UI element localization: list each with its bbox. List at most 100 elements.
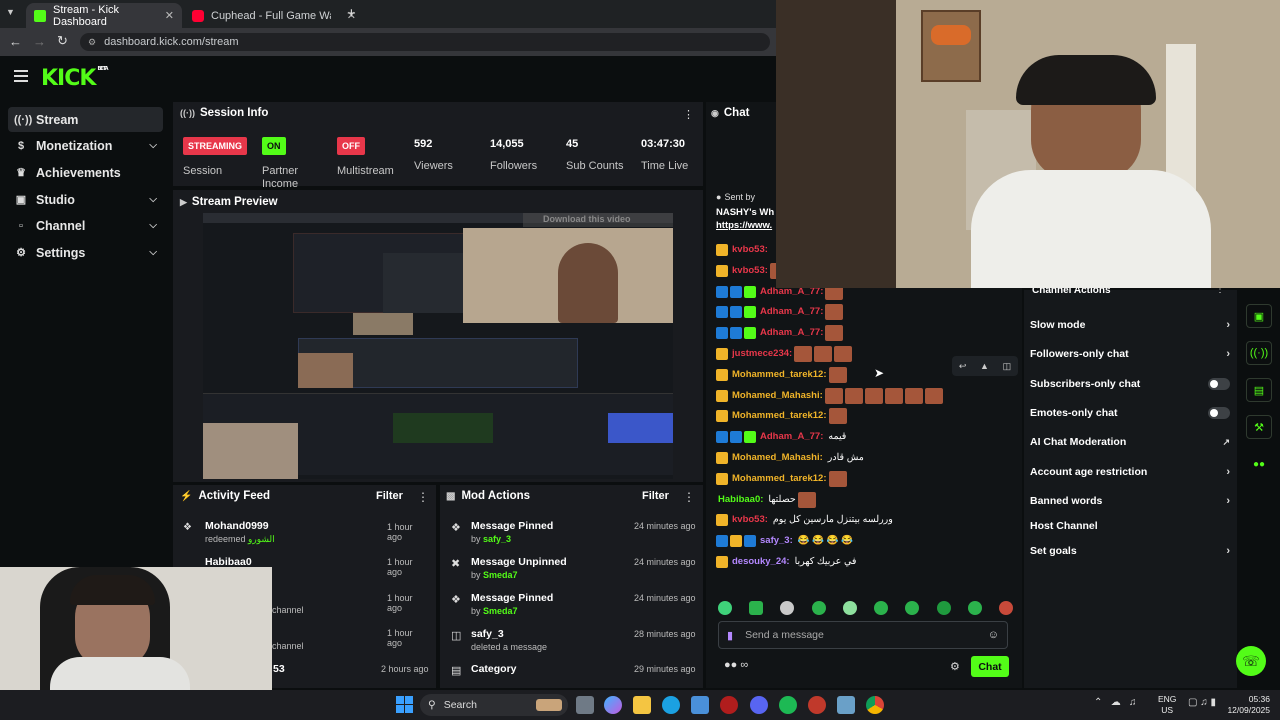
kick-mini-icon[interactable]: ●● (1253, 459, 1265, 470)
chat-username[interactable]: kvbo53: (732, 514, 768, 525)
forward-icon[interactable]: → (33, 34, 46, 49)
kick-logo[interactable]: KICK BETA (41, 66, 109, 91)
copilot-icon[interactable] (604, 696, 622, 714)
clock[interactable]: 05:36 12/09/2025 (1226, 694, 1270, 716)
slow-mode-row[interactable]: Slow mode › (1030, 314, 1230, 336)
emote-icon[interactable] (780, 601, 795, 615)
sidebar-item-monetization[interactable]: $ Monetization ⌵ (8, 133, 163, 158)
sidebar-item-achievements[interactable]: ♛ Achievements (8, 160, 163, 185)
account-age-row[interactable]: Account age restriction › (1030, 461, 1230, 483)
tab-cuphead[interactable]: Cuphead - Full Game Walkthro ✕ (184, 3, 364, 28)
emote-icon[interactable] (718, 601, 732, 615)
mod-action-user[interactable]: Smeda7 (483, 570, 518, 580)
chat-username[interactable]: Mohamed_Mahashi: (732, 452, 823, 463)
chat-users-icon[interactable]: ●● ∞ (724, 659, 748, 671)
chat-message[interactable]: Adham_A_77: قيمه (716, 427, 846, 446)
emote-icon[interactable] (874, 601, 889, 615)
chat-message[interactable]: Habibaa0: حصلتها (716, 490, 816, 509)
emote-icon[interactable] (811, 601, 826, 615)
tab-list-button[interactable]: ▼ (6, 7, 20, 21)
chat-message[interactable]: kvbo53: وررلسه بيتنزل مارسين كل يوم (716, 510, 893, 529)
language-indicator[interactable]: ENG US (1158, 694, 1176, 716)
set-goals-row[interactable]: Set goals › (1030, 540, 1230, 562)
discord-icon[interactable] (750, 696, 768, 714)
chat-send-button[interactable]: Chat (971, 656, 1009, 677)
system-tray-icons[interactable]: ▢ ♫ ▮ (1188, 697, 1216, 708)
chat-message[interactable]: Mohammed_tarek12: (716, 365, 847, 384)
url-field[interactable]: ⚙ dashboard.kick.com/stream (80, 33, 770, 51)
windows-start-icon[interactable] (396, 696, 413, 713)
task-view-icon[interactable] (576, 696, 594, 714)
stream-preview-video[interactable]: Download this video (203, 213, 673, 479)
chat-message[interactable]: kvbo53: (716, 240, 768, 259)
support-chat-button[interactable]: ☏ (1236, 646, 1266, 676)
store-icon[interactable] (691, 696, 709, 714)
emote-icon[interactable] (905, 601, 920, 615)
sidebar-item-settings[interactable]: ⚙ Settings ⌵ (8, 240, 163, 265)
sidebar-item-stream[interactable]: ((·)) Stream (8, 107, 163, 132)
emote-icon[interactable] (749, 601, 764, 615)
site-info-icon[interactable]: ⚙ (88, 37, 96, 48)
chat-username[interactable]: Habibaa0: (718, 494, 763, 505)
emote-icon[interactable] (842, 601, 857, 615)
mic-icon[interactable]: ▮ (727, 629, 733, 642)
banned-words-row[interactable]: Banned words › (1030, 490, 1230, 512)
chat-toggle-icon[interactable]: ▣ (1246, 304, 1272, 328)
chat-username[interactable]: kvbo53: (732, 244, 768, 255)
more-options-icon[interactable]: ⋮ (683, 108, 694, 121)
followers-only-row[interactable]: Followers-only chat › (1030, 343, 1230, 365)
chat-message[interactable]: desouky_24: في عربيك كهربا (716, 552, 856, 571)
chat-message[interactable]: justmece234: (716, 344, 853, 363)
hamburger-menu-icon[interactable] (14, 70, 28, 82)
app-icon[interactable] (837, 696, 855, 714)
mod-action-title[interactable]: safy_3 (471, 628, 504, 640)
chat-username[interactable]: Mohammed_tarek12: (732, 369, 827, 380)
layout-icon[interactable]: ▤ (1246, 378, 1272, 402)
reload-icon[interactable]: ↻ (57, 33, 68, 49)
host-channel-row[interactable]: Host Channel (1030, 515, 1230, 537)
obs-icon[interactable] (720, 696, 738, 714)
broadcast-icon[interactable]: ((·)) (1246, 341, 1272, 365)
chat-input[interactable]: ▮ Send a message ☺ (718, 621, 1008, 649)
tab-kick-dashboard[interactable]: Stream - Kick Dashboard ✕ (26, 3, 182, 28)
chat-message[interactable]: Mohammed_tarek12: (716, 406, 847, 425)
chat-username[interactable]: Mohammed_tarek12: (732, 410, 827, 421)
edge-icon[interactable] (662, 696, 680, 714)
chat-settings-icon[interactable]: ⚙ (950, 660, 960, 673)
chat-message[interactable]: Adham_A_77: (716, 302, 844, 321)
more-options-icon[interactable]: ⋮ (683, 490, 695, 504)
chat-username[interactable]: safy_3: (760, 535, 793, 546)
ai-moderation-row[interactable]: AI Chat Moderation ↗ (1030, 431, 1230, 453)
app-icon[interactable] (808, 696, 826, 714)
chat-message[interactable]: Mohamed_Mahashi: (716, 386, 943, 405)
back-icon[interactable]: ← (9, 34, 22, 49)
mod-filter-button[interactable]: Filter (642, 490, 669, 502)
taskbar-search[interactable]: ⚲ Search (420, 694, 568, 716)
mod-action-user[interactable]: Smeda7 (483, 606, 518, 616)
chat-username[interactable]: Mohammed_tarek12: (732, 473, 827, 484)
chrome-icon[interactable] (866, 696, 884, 714)
activity-filter-button[interactable]: Filter (376, 490, 403, 502)
sidebar-item-studio[interactable]: ▣ Studio ⌵ (8, 187, 163, 212)
download-overlay-text[interactable]: Download this video (543, 214, 631, 224)
close-tab-icon[interactable]: ✕ (165, 9, 174, 22)
chat-message[interactable]: Mohamed_Mahashi: مش قادر (716, 448, 864, 467)
subscribers-only-toggle[interactable] (1208, 378, 1230, 390)
delete-icon[interactable]: ◫ (1003, 361, 1012, 372)
pinned-message[interactable]: ● Sent by NASHY's Wh https://www. (716, 192, 776, 238)
chat-username[interactable]: Adham_A_77: (760, 327, 823, 338)
more-options-icon[interactable]: ⋮ (417, 490, 429, 504)
file-explorer-icon[interactable] (633, 696, 651, 714)
chat-username[interactable]: Mohamed_Mahashi: (732, 390, 823, 401)
chat-message[interactable]: safy_3: 😂 😂 😂 😂 (716, 531, 853, 550)
chat-username[interactable]: desouky_24: (732, 556, 790, 567)
wrench-icon[interactable]: ⚒ (1246, 415, 1272, 439)
chat-message[interactable]: Mohammed_tarek12: (716, 469, 847, 488)
chat-message[interactable]: Adham_A_77: (716, 323, 844, 342)
chat-username[interactable]: kvbo53: (732, 265, 768, 276)
pinned-link[interactable]: https://www. (716, 220, 776, 231)
emotes-only-toggle[interactable] (1208, 407, 1230, 419)
chat-username[interactable]: Adham_A_77: (760, 306, 823, 317)
emote-icon[interactable] (967, 601, 982, 615)
spotify-icon[interactable] (779, 696, 797, 714)
